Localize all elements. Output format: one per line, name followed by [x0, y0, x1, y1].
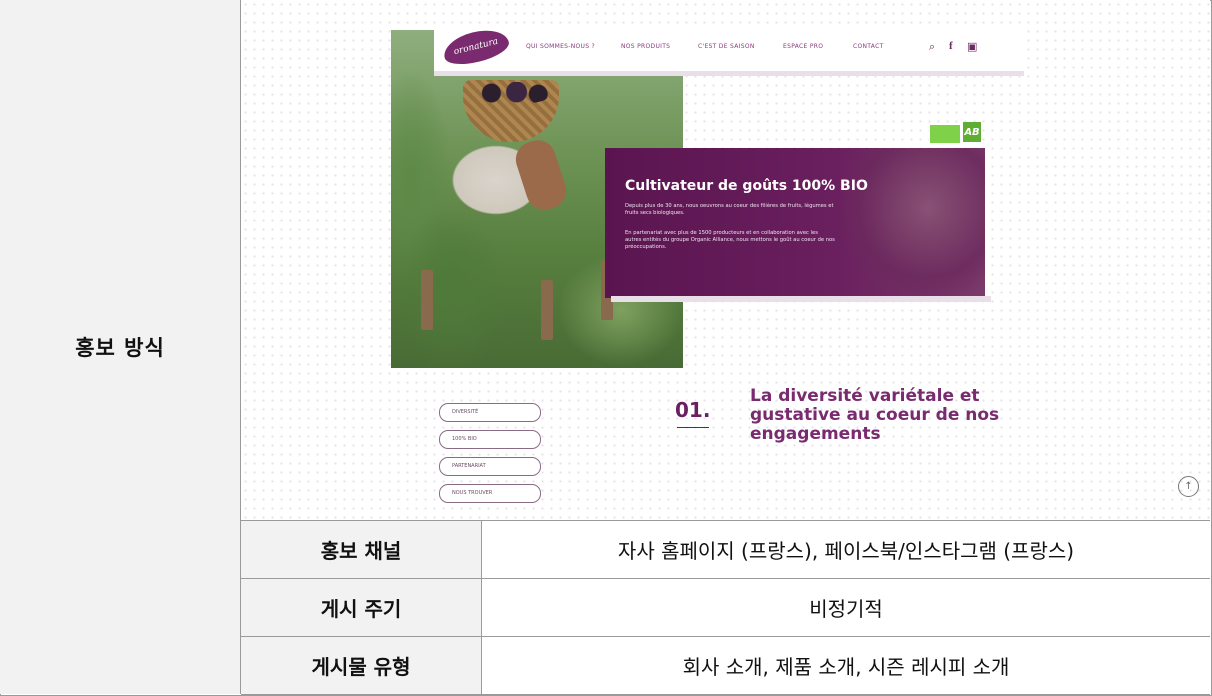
search-icon[interactable]: ⌕ [929, 40, 935, 54]
scroll-to-top-button[interactable]: ↑ [1178, 476, 1199, 497]
nav-item-about[interactable]: QUI SOMMES-NOUS ? [526, 43, 595, 50]
nav-item-contact[interactable]: CONTACT [853, 43, 884, 50]
table-row-post-type: 게시물 유형 회사 소개, 제품 소개, 시즌 레시피 소개 [241, 637, 1210, 695]
row-label: 홍보 채널 [241, 521, 482, 578]
logo-text: oronatura [452, 36, 500, 58]
nav-item-season[interactable]: C'EST DE SAISON [698, 43, 755, 50]
side-menu-partnership[interactable]: PARTENARIAT [439, 457, 541, 476]
table-row-channel: 홍보 채널 자사 홈페이지 (프랑스), 페이스북/인스타그램 (프랑스) [241, 521, 1210, 579]
row-label: 게시물 유형 [241, 637, 482, 694]
side-menu-label: DIVERSITÉ [452, 409, 479, 415]
side-menu-label: NOUS TROUVER [452, 490, 493, 496]
row-value: 자사 홈페이지 (프랑스), 페이스북/인스타그램 (프랑스) [617, 539, 1075, 563]
side-menu-find-us[interactable]: NOUS TROUVER [439, 484, 541, 503]
row-label: 게시 주기 [241, 579, 482, 636]
promo-method-label: 홍보 방식 [75, 336, 165, 360]
eggplants-shape [477, 82, 549, 104]
nav-item-pro[interactable]: ESPACE PRO [783, 43, 823, 50]
row-value: 회사 소개, 제품 소개, 시즌 레시피 소개 [682, 655, 1010, 679]
promo-method-label-cell: 홍보 방식 [0, 0, 241, 694]
website-screenshot: oronatura QUI SOMMES-NOUS ? NOS PRODUITS… [241, 0, 1210, 521]
stake-shape [421, 270, 433, 330]
side-menu-diversity[interactable]: DIVERSITÉ [439, 403, 541, 422]
table-row-frequency: 게시 주기 비정기적 [241, 579, 1210, 637]
section-title: La diversité variétale et gustative au c… [750, 386, 1000, 444]
arrow-up-icon: ↑ [1184, 481, 1193, 492]
stake-shape [541, 280, 553, 340]
side-menu-bio[interactable]: 100% BIO [439, 430, 541, 449]
instagram-icon[interactable]: ▣ [967, 40, 977, 53]
hero-title: Cultivateur de goûts 100% BIO [625, 178, 868, 194]
panel-shadow-bar [611, 296, 991, 302]
navbar-underline [434, 71, 1024, 76]
section-number-underline [677, 427, 709, 428]
arm-shape [511, 135, 571, 215]
section-number: 01. [675, 398, 711, 422]
side-menu-label: PARTENARIAT [452, 463, 486, 469]
hero-paragraph-1: Depuis plus de 30 ans, nous oeuvrons au … [625, 203, 834, 216]
panel-produce-image [841, 148, 985, 298]
side-menu-label: 100% BIO [452, 436, 477, 442]
eu-organic-leaf-icon [929, 124, 961, 144]
ab-bio-badge: AB [963, 122, 981, 142]
hero-paragraph-2: En partenariat avec plus de 1500 product… [625, 230, 835, 250]
facebook-icon[interactable]: f [949, 40, 953, 52]
row-value: 비정기적 [809, 597, 883, 621]
nav-item-products[interactable]: NOS PRODUITS [621, 43, 670, 50]
site-navbar [434, 30, 1024, 74]
